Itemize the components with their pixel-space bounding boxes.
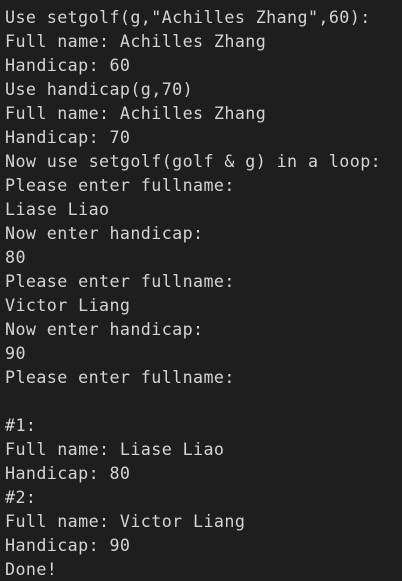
terminal-line: Handicap: 80 (5, 463, 131, 483)
terminal-line: Now enter handicap: (5, 223, 204, 243)
terminal-line: Please enter fullname: (5, 367, 235, 387)
terminal-line: 90 (5, 343, 26, 363)
terminal-line: Handicap: 90 (5, 535, 131, 555)
terminal-line: Please enter fullname: (5, 175, 235, 195)
terminal-line: Use handicap(g,70) (5, 79, 194, 99)
terminal-line: Full name: Achilles Zhang (5, 103, 267, 123)
terminal-line: #1: (5, 415, 37, 435)
terminal-line: #2: (5, 487, 37, 507)
terminal-line: Handicap: 60 (5, 55, 131, 75)
terminal-line: 80 (5, 247, 26, 267)
terminal-line: Full name: Liase Liao (5, 439, 225, 459)
terminal-line: Handicap: 70 (5, 127, 131, 147)
terminal-line: Done! (5, 559, 58, 579)
terminal-line: Victor Liang (5, 295, 131, 315)
terminal-output: Use setgolf(g,"Achilles Zhang",60): Full… (0, 0, 402, 579)
terminal-line: Now use setgolf(golf & g) in a loop: (5, 151, 382, 171)
terminal-line: Please enter fullname: (5, 271, 235, 291)
terminal-line: Use setgolf(g,"Achilles Zhang",60): (5, 7, 371, 27)
terminal-line: Full name: Victor Liang (5, 511, 246, 531)
terminal-line: Liase Liao (5, 199, 110, 219)
terminal-line: Full name: Achilles Zhang (5, 31, 267, 51)
terminal-line: Now enter handicap: (5, 319, 204, 339)
